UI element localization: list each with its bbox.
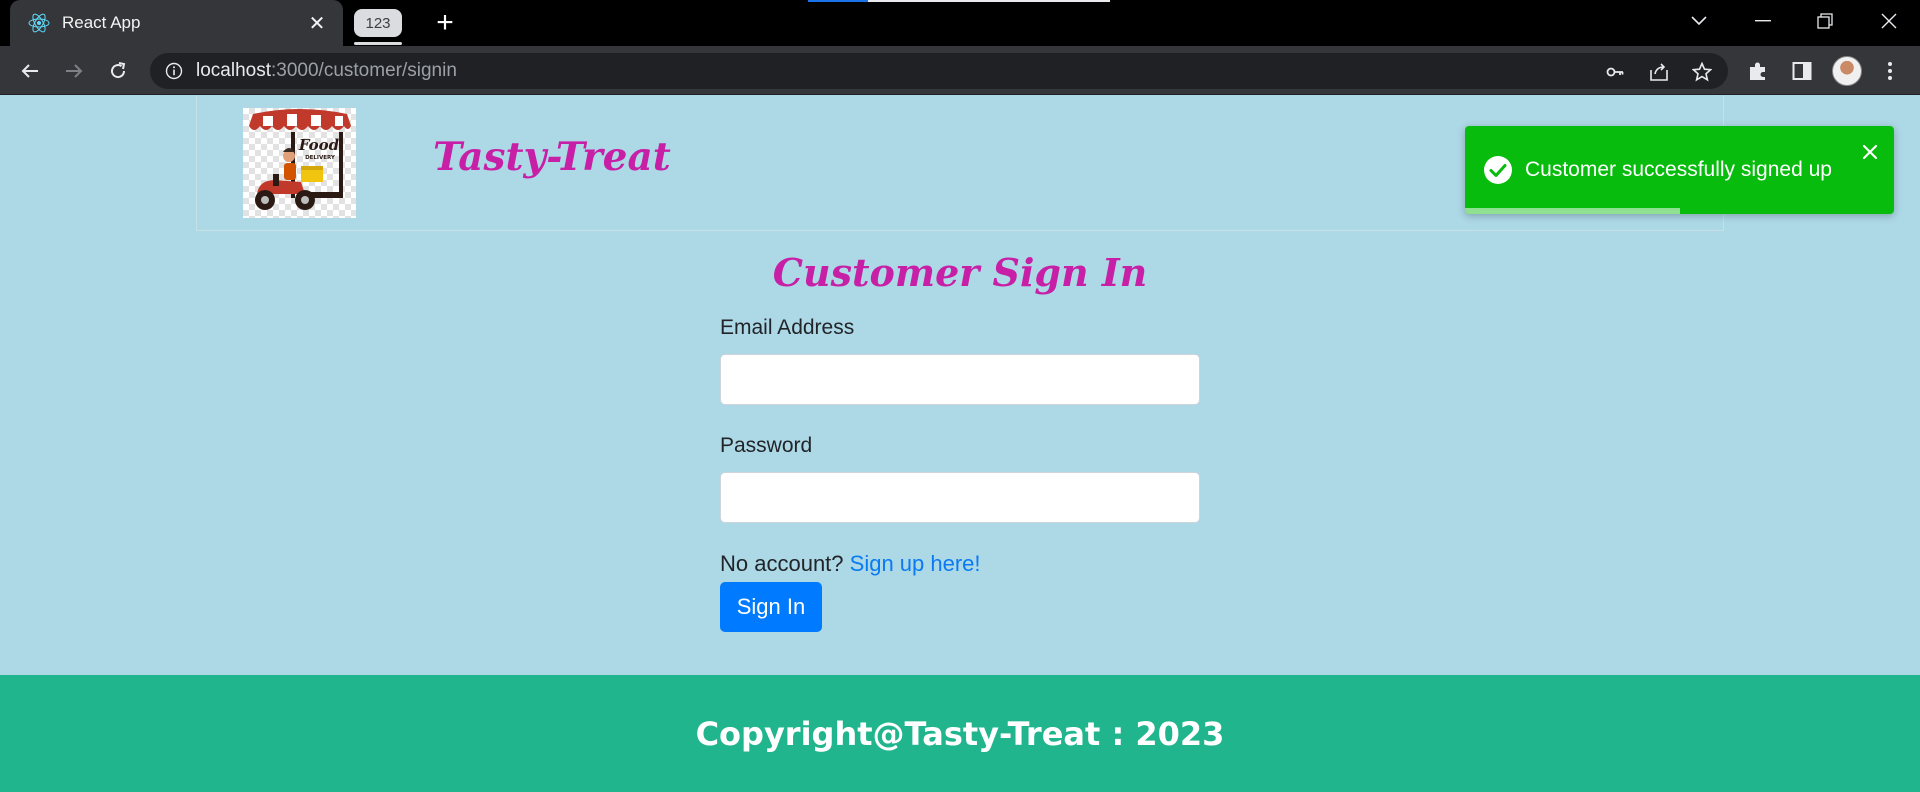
copyright-text: Copyright@Tasty-Treat : 2023 — [695, 714, 1225, 753]
url-path: :3000/customer/signin — [271, 60, 457, 81]
share-icon[interactable] — [1648, 61, 1670, 83]
extensions-puzzle-icon[interactable] — [1745, 58, 1771, 84]
email-field[interactable] — [720, 354, 1200, 405]
tab-title: React App — [62, 13, 141, 32]
svg-text:DELIVERY: DELIVERY — [305, 155, 336, 161]
toast-close-icon[interactable] — [1860, 142, 1880, 162]
food-delivery-logo[interactable]: Food DELIVERY — [243, 108, 356, 218]
tab-strip-accent — [868, 0, 1110, 2]
toast-message: Customer successfully signed up — [1525, 158, 1832, 181]
no-account-prompt: No account? Sign up here! — [720, 551, 981, 577]
tab-group-underline — [354, 42, 402, 45]
site-footer: Copyright@Tasty-Treat : 2023 — [0, 675, 1920, 792]
form-title: Customer Sign In — [772, 250, 1148, 295]
window-close-icon[interactable] — [1866, 6, 1912, 36]
page-content: Food DELIVERY Tasty-Treat Customer succe… — [0, 96, 1920, 792]
no-account-text: No account? — [720, 551, 844, 576]
check-circle-icon — [1484, 156, 1512, 184]
site-info-icon[interactable] — [164, 61, 184, 81]
browser-tab-active[interactable]: React App ✕ — [10, 0, 343, 46]
password-label: Password — [720, 434, 813, 457]
svg-text:Food: Food — [298, 136, 340, 154]
toast-progress-bar — [1465, 208, 1680, 214]
minimize-icon[interactable] — [1740, 6, 1786, 36]
sign-in-button[interactable]: Sign In — [720, 582, 822, 632]
url-host: localhost — [196, 60, 271, 81]
back-arrow-icon[interactable] — [15, 56, 45, 86]
restore-icon[interactable] — [1802, 6, 1848, 36]
address-bar[interactable]: localhost:3000/customer/signin — [150, 53, 1728, 89]
password-field[interactable] — [720, 472, 1200, 523]
tab-close-icon[interactable]: ✕ — [305, 11, 329, 36]
profile-avatar[interactable] — [1832, 56, 1862, 86]
side-panel-icon[interactable] — [1789, 58, 1815, 84]
forward-arrow-icon[interactable] — [59, 56, 89, 86]
browser-tab-strip: React App ✕ 123 + — [0, 0, 1920, 46]
reload-icon[interactable] — [103, 56, 133, 86]
signup-link[interactable]: Sign up here! — [850, 551, 981, 576]
bookmark-star-icon[interactable] — [1691, 61, 1713, 83]
success-toast[interactable]: Customer successfully signed up — [1465, 126, 1894, 214]
tab-strip-accent — [808, 0, 868, 2]
email-label: Email Address — [720, 316, 855, 339]
browser-toolbar: localhost:3000/customer/signin — [0, 46, 1920, 95]
key-icon[interactable] — [1604, 61, 1626, 83]
brand-title[interactable]: Tasty-Treat — [433, 134, 671, 180]
new-tab-icon[interactable]: + — [430, 8, 460, 38]
tab-search-chevron-icon[interactable] — [1676, 6, 1722, 36]
react-icon — [28, 12, 50, 34]
url-text: localhost:3000/customer/signin — [196, 60, 457, 82]
tab-group-chip[interactable]: 123 — [354, 9, 402, 37]
more-menu-icon[interactable] — [1877, 58, 1903, 84]
